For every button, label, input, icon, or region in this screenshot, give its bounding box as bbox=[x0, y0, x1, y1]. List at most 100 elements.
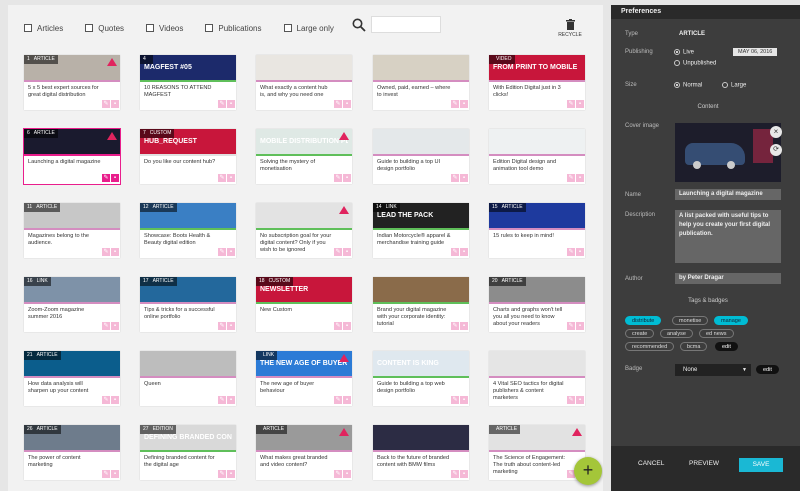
trash-icon[interactable]: ▪ bbox=[460, 248, 468, 256]
trash-icon[interactable]: ▪ bbox=[343, 100, 351, 108]
trash-icon[interactable]: ▪ bbox=[227, 470, 235, 478]
edit-icon[interactable]: ✎ bbox=[334, 396, 342, 404]
tag-chip[interactable]: manage bbox=[714, 316, 748, 325]
content-card[interactable]: 7 CUSTOM HUB_REQUEST Do you like our conten… bbox=[140, 129, 236, 184]
content-card[interactable]: Guide to building a top UI design portfo… bbox=[373, 129, 469, 184]
content-card[interactable]: Brand your digital magazine with your co… bbox=[373, 277, 469, 332]
content-card[interactable]: 4 MAGFEST #05 10 REASONS TO ATTEND MAGFEST… bbox=[140, 55, 236, 110]
filter-videos[interactable]: Videos bbox=[146, 24, 183, 33]
unpublished-radio[interactable]: Unpublished bbox=[674, 60, 716, 67]
live-radio[interactable]: Live bbox=[674, 49, 694, 56]
edit-icon[interactable]: ✎ bbox=[451, 100, 459, 108]
content-card[interactable]: 6 ARTICLE Launching a digital magazine ✎ ▪ bbox=[23, 128, 121, 185]
trash-icon[interactable]: ▪ bbox=[227, 322, 235, 330]
edit-icon[interactable]: ✎ bbox=[567, 322, 575, 330]
content-card[interactable]: ARTICLE What makes great branded and vide… bbox=[256, 425, 352, 480]
edit-icon[interactable]: ✎ bbox=[102, 248, 110, 256]
trash-icon[interactable]: ▪ bbox=[343, 396, 351, 404]
filter-large-only[interactable]: Large only bbox=[283, 24, 334, 33]
trash-icon[interactable]: ▪ bbox=[227, 100, 235, 108]
checkbox-icon[interactable] bbox=[24, 24, 32, 32]
content-card[interactable]: 27EDITIONDEFINING BRANDED CONTENT FOR TH… bbox=[140, 425, 236, 480]
edit-icon[interactable]: ✎ bbox=[102, 322, 110, 330]
refresh-icon[interactable]: ⟳ bbox=[770, 144, 782, 156]
edit-icon[interactable]: ✎ bbox=[218, 322, 226, 330]
filter-articles[interactable]: Articles bbox=[24, 24, 63, 33]
content-card[interactable]: 1 ARTICLE 5 x 5 best expert sources for gr… bbox=[24, 55, 120, 110]
trash-icon[interactable]: ▪ bbox=[576, 322, 584, 330]
content-card[interactable]: LINKTHE NEW AGE OF BUYER BEHAVIOR: The ne… bbox=[256, 351, 352, 406]
edit-icon[interactable]: ✎ bbox=[334, 100, 342, 108]
preview-button[interactable]: PREVIEW bbox=[689, 460, 719, 467]
trash-icon[interactable]: ▪ bbox=[460, 470, 468, 478]
content-card[interactable]: 16 LINK Zoom-Zoom magazine summer 2016 ✎ ▪ bbox=[24, 277, 120, 332]
trash-icon[interactable]: ▪ bbox=[111, 470, 119, 478]
tag-chip[interactable]: create bbox=[625, 329, 655, 338]
content-card[interactable]: Edition Digital design and animation too… bbox=[489, 129, 585, 184]
edit-icon[interactable]: ✎ bbox=[218, 470, 226, 478]
filter-publications[interactable]: Publications bbox=[205, 24, 262, 33]
normal-radio[interactable]: Normal bbox=[674, 82, 702, 89]
edit-icon[interactable]: ✎ bbox=[451, 396, 459, 404]
search-icon[interactable] bbox=[352, 18, 366, 32]
content-card[interactable]: Owned, paid, earned – where to invest ✎ ▪ bbox=[373, 55, 469, 110]
tag-chip[interactable]: recommended bbox=[625, 342, 675, 351]
content-card[interactable]: Queen ✎ ▪ bbox=[140, 351, 236, 406]
trash-icon[interactable]: ▪ bbox=[111, 174, 119, 182]
content-card[interactable]: No subscription goal for your digital co… bbox=[256, 203, 352, 258]
publish-date[interactable]: MAY 06, 2016 bbox=[733, 48, 778, 56]
close-icon[interactable]: × bbox=[770, 126, 782, 138]
tag-chip[interactable]: bcma bbox=[680, 342, 708, 351]
content-card[interactable]: What exactly a content hub is, and why y… bbox=[256, 55, 352, 110]
trash-icon[interactable]: ▪ bbox=[460, 396, 468, 404]
trash-icon[interactable]: ▪ bbox=[576, 174, 584, 182]
edit-icon[interactable]: ✎ bbox=[102, 470, 110, 478]
trash-icon[interactable]: ▪ bbox=[227, 248, 235, 256]
edit-icon[interactable]: ✎ bbox=[334, 174, 342, 182]
edit-icon[interactable]: ✎ bbox=[334, 322, 342, 330]
content-card[interactable]: 17 ARTICLE Tips & tricks for a successful … bbox=[140, 277, 236, 332]
trash-icon[interactable]: ▪ bbox=[227, 396, 235, 404]
search-input[interactable] bbox=[371, 16, 441, 33]
content-card[interactable]: 14 LINK LEAD THE PACK Indian Motorcycle® ap… bbox=[373, 203, 469, 258]
content-card[interactable]: CONTENT IS KING Guide to building a top w… bbox=[373, 351, 469, 406]
content-card[interactable]: 20 ARTICLE Charts and graphs won't tell yo… bbox=[489, 277, 585, 332]
save-button[interactable]: SAVE bbox=[739, 458, 783, 472]
filter-quotes[interactable]: Quotes bbox=[85, 24, 124, 33]
edit-icon[interactable]: ✎ bbox=[102, 100, 110, 108]
content-card[interactable]: ARTICLE The Science of Engagement: The tr… bbox=[489, 425, 585, 480]
trash-icon[interactable]: ▪ bbox=[343, 248, 351, 256]
content-card[interactable]: 26 ARTICLE The power of content marketing ✎… bbox=[24, 425, 120, 480]
badge-select[interactable]: None ▼ bbox=[675, 364, 751, 376]
badge-edit-button[interactable]: edit bbox=[756, 365, 779, 374]
trash-icon[interactable]: ▪ bbox=[227, 174, 235, 182]
edit-icon[interactable]: ✎ bbox=[567, 100, 575, 108]
trash-icon[interactable]: ▪ bbox=[111, 100, 119, 108]
content-card[interactable]: 4 Vital SEO tactics for digital publishe… bbox=[489, 351, 585, 406]
content-card[interactable]: Back to the future of branded content wi… bbox=[373, 425, 469, 480]
trash-icon[interactable]: ▪ bbox=[343, 470, 351, 478]
content-card[interactable]: MOBILE DISTRIBUTION PLATFORMS Solving the… bbox=[256, 129, 352, 184]
author-field[interactable]: by Peter Dragar bbox=[675, 273, 781, 284]
content-card[interactable]: 18 CUSTOM NEWSLETTER New Custom ✎ ▪ bbox=[256, 277, 352, 332]
trash-icon[interactable]: ▪ bbox=[576, 396, 584, 404]
edit-icon[interactable]: ✎ bbox=[102, 174, 110, 182]
large-radio[interactable]: Large bbox=[722, 82, 746, 89]
recycle-button[interactable]: RECYCLE bbox=[558, 19, 582, 38]
edit-icon[interactable]: ✎ bbox=[451, 174, 459, 182]
tag-chip[interactable]: distribute bbox=[625, 316, 662, 325]
edit-icon[interactable]: ✎ bbox=[218, 396, 226, 404]
edit-icon[interactable]: ✎ bbox=[218, 174, 226, 182]
edit-icon[interactable]: ✎ bbox=[451, 322, 459, 330]
trash-icon[interactable]: ▪ bbox=[576, 248, 584, 256]
name-field[interactable]: Launching a digital magazine bbox=[675, 189, 781, 200]
trash-icon[interactable]: ▪ bbox=[343, 174, 351, 182]
trash-icon[interactable]: ▪ bbox=[111, 322, 119, 330]
checkbox-icon[interactable] bbox=[205, 24, 214, 32]
checkbox-icon[interactable] bbox=[146, 24, 155, 32]
tag-chip[interactable]: monetise bbox=[672, 316, 709, 325]
tag-chip[interactable]: ed news bbox=[699, 329, 734, 338]
tag-chip[interactable]: edit bbox=[715, 342, 738, 351]
add-button[interactable]: + bbox=[574, 457, 602, 485]
edit-icon[interactable]: ✎ bbox=[218, 100, 226, 108]
